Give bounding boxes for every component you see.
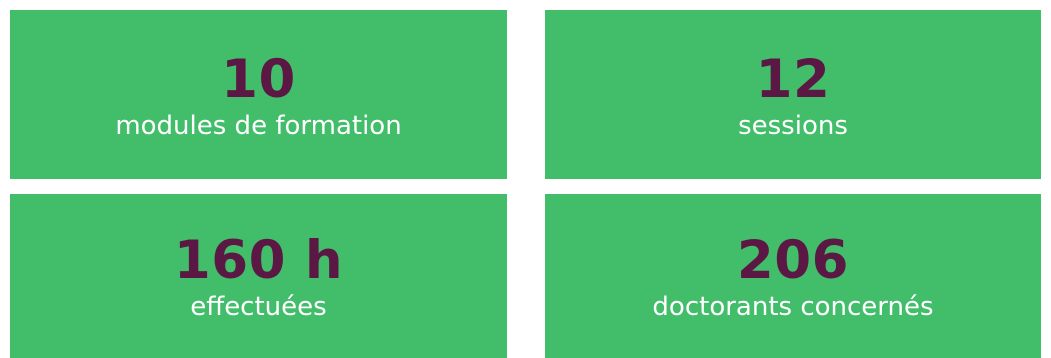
stat-card-hours: 160 h effectuées bbox=[10, 194, 507, 358]
stat-value: 12 bbox=[755, 49, 831, 111]
stat-label: sessions bbox=[738, 111, 848, 142]
stat-value: 206 bbox=[736, 229, 850, 291]
stat-label: effectuées bbox=[190, 291, 327, 322]
stat-value: 10 bbox=[221, 49, 296, 111]
stat-label: doctorants concernés bbox=[652, 291, 934, 322]
stat-card-doctoral-students: 206 doctorants concernés bbox=[545, 194, 1041, 358]
stat-card-sessions: 12 sessions bbox=[545, 10, 1041, 179]
stat-card-modules: 10 modules de formation bbox=[10, 10, 507, 179]
stat-value: 160 h bbox=[173, 229, 344, 291]
stat-label: modules de formation bbox=[115, 111, 402, 142]
